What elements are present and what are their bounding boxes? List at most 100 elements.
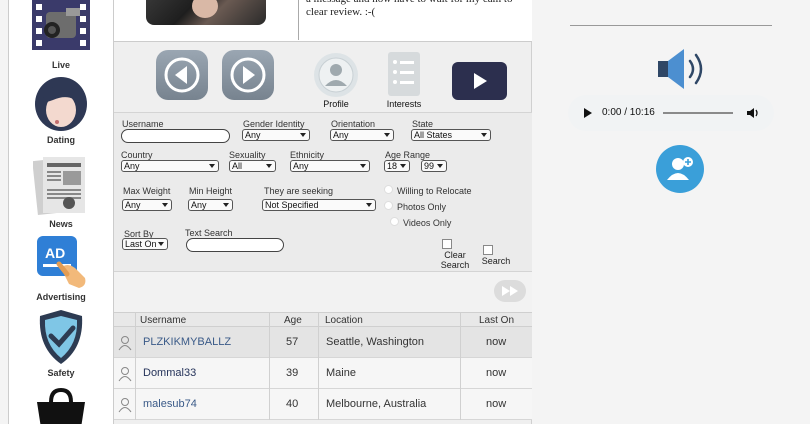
arrow-right-icon [230,57,266,93]
user-icon [118,398,132,413]
relocate-label: Willing to Relocate [397,186,472,196]
videos-only-checkbox[interactable] [390,217,399,226]
row-location: Seattle, Washington [326,336,425,348]
play-icon[interactable] [582,107,594,119]
row-last-on: now [486,367,507,379]
video-play-button[interactable] [452,62,507,100]
videos-only-label: Videos Only [403,218,452,228]
text-search-input[interactable] [186,238,284,252]
profile-label: Profile [323,99,349,109]
ethnicity-label: Ethnicity [290,150,325,160]
broken-image-icon [442,239,452,249]
column-header-location[interactable]: Location [325,315,363,326]
country-select[interactable]: Any [121,160,219,172]
gender-label: Gender Identity [243,119,305,129]
column-header-username[interactable]: Username [140,315,186,326]
table-row[interactable]: PLZKIKMYBALLZ 57 Seattle, Washington now [114,327,532,358]
max-weight-select[interactable]: Any [122,199,172,211]
sidebar-item-dating[interactable]: Dating [9,74,113,146]
row-age: 39 [286,367,299,379]
profile-header: a message and now have to wait for my ca… [114,0,532,42]
table-row[interactable]: malesub74 40 Melbourne, Australia now [114,389,532,420]
main-content: a message and now have to wait for my ca… [114,0,532,424]
previous-button[interactable] [156,50,208,100]
sidebar-item-shop[interactable] [9,388,113,424]
row-age: 40 [286,398,299,410]
seeking-label: They are seeking [264,186,334,196]
search-button[interactable]: Search [481,245,511,266]
profile-icon [314,53,358,97]
row-username[interactable]: PLZKIKMYBALLZ [143,336,231,348]
next-page-button[interactable] [494,280,526,302]
search-button-label: Search [481,256,511,266]
row-age: 57 [286,336,299,348]
search-filters: Username Gender Identity Any Orientation… [114,112,532,272]
column-divider [269,312,270,420]
orientation-select[interactable]: Any [330,129,394,141]
speaker-icon[interactable] [656,47,708,91]
age-max-select[interactable]: 99 [421,160,447,172]
sidebar-item-live[interactable]: Live [9,0,113,72]
age-range-label: Age Range [385,150,431,160]
sexuality-select[interactable]: All [229,160,276,172]
sidebar-item-safety[interactable]: Safety [9,308,113,380]
orientation-label: Orientation [331,119,376,129]
clear-search-label-2: Search [440,260,470,270]
ad-hand-icon: AD [37,236,86,288]
sidebar-item-news[interactable]: News [9,152,113,230]
username-input[interactable] [121,129,230,143]
photos-only-label: Photos Only [397,202,447,212]
volume-icon[interactable] [746,107,760,119]
table-row[interactable]: Dommal33 39 Maine now [114,358,532,389]
user-icon [118,336,132,351]
next-profile-button[interactable] [222,50,274,100]
gender-select[interactable]: Any [242,129,310,141]
sidebar-item-label: Live [51,60,70,70]
table-header: Username Age Location Last On [114,312,532,327]
state-label: State [412,119,434,129]
min-height-select[interactable]: Any [188,199,233,211]
seeking-select[interactable]: Not Specified [262,199,376,211]
row-username[interactable]: Dommal33 [143,367,196,379]
svg-text:AD: AD [45,245,65,261]
audio-time: 0:00 / 10:16 [602,107,655,118]
age-min-select[interactable]: 18 [384,160,410,172]
column-header-last-on[interactable]: Last On [479,315,514,326]
state-select[interactable]: All States [411,129,491,141]
right-panel: 0:00 / 10:16 [532,0,810,424]
sidebar-item-label: Advertising [36,292,86,302]
ethnicity-select[interactable]: Any [290,160,370,172]
clear-search-label: Clear [444,250,466,260]
text-search-label: Text Search [185,228,233,238]
photos-only-checkbox[interactable] [384,201,393,210]
sort-by-select[interactable]: Last On [122,238,168,250]
row-username[interactable]: malesub74 [143,398,197,410]
add-user-icon [667,157,693,180]
interests-button[interactable]: Interests [379,52,429,109]
profile-message: a message and now have to wait for my ca… [306,0,513,18]
fast-forward-icon [502,286,518,296]
row-last-on: now [486,398,507,410]
country-label: Country [121,150,153,160]
relocate-checkbox[interactable] [384,185,393,194]
sexuality-label: Sexuality [229,150,266,160]
add-friend-button[interactable] [656,145,704,193]
audio-seek-bar[interactable] [663,112,733,114]
profile-button[interactable]: Profile [311,52,361,109]
row-last-on: now [486,336,507,348]
username-label: Username [122,119,164,129]
column-divider [135,312,136,420]
sidebar-item-label: Safety [47,368,75,378]
sidebar-item-advertising[interactable]: AD Advertising [9,234,113,304]
profile-nav: Profile Interests [114,42,532,112]
column-divider [460,312,461,420]
audio-player: 0:00 / 10:16 [568,95,774,131]
woman-face-icon [35,77,87,131]
newspaper-icon [33,157,85,215]
list-icon [388,52,420,96]
broken-image-icon [483,245,493,255]
clear-search-button[interactable]: Clear Search [440,239,470,270]
shield-check-icon [39,310,83,364]
profile-photo[interactable] [146,0,266,25]
column-header-age[interactable]: Age [284,315,302,326]
